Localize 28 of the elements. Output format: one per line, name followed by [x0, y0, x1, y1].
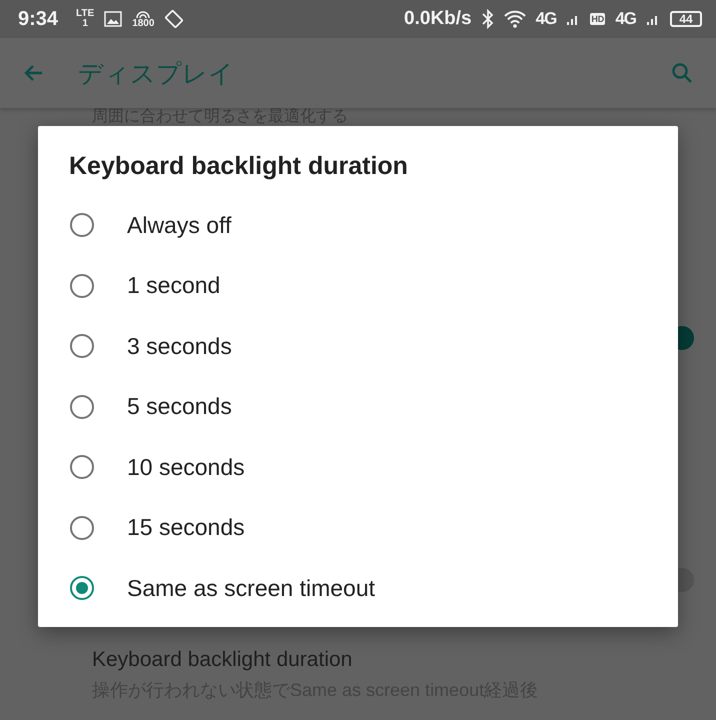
hd-badge: HD: [590, 13, 606, 25]
bluetooth-icon: [482, 9, 494, 29]
network-speed: 0.0Kb/s: [404, 8, 472, 30]
radio-button[interactable]: [70, 334, 94, 358]
battery-indicator: 44: [670, 11, 702, 27]
option-label[interactable]: 10 seconds: [127, 454, 245, 481]
option-label[interactable]: 1 second: [127, 272, 220, 300]
option-label[interactable]: 3 seconds: [127, 332, 232, 360]
rotation-icon: [164, 9, 184, 29]
lte-indicator: LTE 1: [76, 9, 94, 29]
radio-button[interactable]: [70, 516, 94, 540]
radio-button[interactable]: [70, 576, 94, 600]
radio-button[interactable]: [70, 455, 94, 480]
option-label[interactable]: 15 seconds: [127, 514, 245, 542]
network-type: 4G: [615, 9, 636, 29]
band-indicator: 1800: [132, 9, 154, 29]
wifi-icon: [504, 10, 526, 28]
screen-title: ディスプレイ: [78, 58, 235, 90]
option-label[interactable]: 5 seconds: [127, 393, 232, 420]
radio-button[interactable]: [70, 274, 94, 298]
network-type: 4G: [536, 9, 556, 29]
clock: 9:34: [18, 8, 58, 30]
option-label[interactable]: Always off: [127, 212, 232, 239]
image-icon: [104, 11, 122, 27]
option-label[interactable]: Same as screen timeout: [127, 574, 376, 602]
radio-button[interactable]: [70, 394, 94, 419]
dialog-title: Keyboard backlight duration: [68, 152, 409, 181]
radio-button[interactable]: [70, 213, 94, 238]
